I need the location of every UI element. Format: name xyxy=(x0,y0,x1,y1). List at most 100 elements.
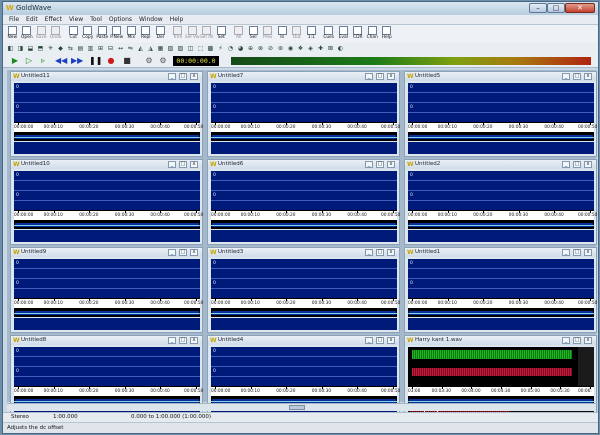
sound-window-titlebar[interactable]: W Untitled5 _ □ x xyxy=(405,72,596,81)
toolbar-undo-button[interactable]: Undo xyxy=(49,25,64,43)
toolbar-sel-button[interactable]: Sel xyxy=(246,25,261,43)
effect-icon[interactable]: ✚ xyxy=(316,45,325,53)
close-button[interactable]: x xyxy=(387,249,395,256)
menu-file[interactable]: File xyxy=(9,16,19,23)
sound-window[interactable]: W Untitled6 _ □ x 0 0 00:00:00 00:00:10 00:00:20 0… xyxy=(207,159,400,245)
sound-window-titlebar[interactable]: W Untitled2 _ □ x xyxy=(405,160,596,169)
sound-window-titlebar[interactable]: W Untitled3 _ □ x xyxy=(208,248,399,257)
overview-waveform[interactable] xyxy=(14,142,200,154)
sound-window[interactable]: W Untitled9 _ □ x 0 0 00:00:00 00:00:10 00:00:20 0… xyxy=(10,247,203,333)
toolbar-save-button[interactable]: Save xyxy=(34,25,49,43)
effect-icon[interactable]: ▩ xyxy=(206,45,215,53)
sound-window-titlebar[interactable]: W Harry kant 1.wav _ □ x xyxy=(405,336,596,345)
waveform-view[interactable]: 00 xyxy=(14,259,200,298)
rewind-icon[interactable]: ◀◀ xyxy=(55,56,67,66)
effect-icon[interactable]: ▨ xyxy=(176,45,185,53)
minimize-button[interactable]: _ xyxy=(562,73,570,80)
toolbar-trim-button[interactable]: Trim xyxy=(171,25,186,43)
sound-window[interactable]: W Untitled7 _ □ x 0 0 00:00:00 00:00:10 00:00:20 0… xyxy=(207,71,400,157)
title-bar[interactable]: W GoldWave – □ ✕ xyxy=(3,2,598,15)
menu-view[interactable]: View xyxy=(69,16,83,23)
menu-help[interactable]: Help xyxy=(170,16,184,23)
sound-window-titlebar[interactable]: W Untitled10 _ □ x xyxy=(11,160,202,169)
effect-icon[interactable]: ⊛ xyxy=(276,45,285,53)
overview-strip[interactable] xyxy=(408,131,594,141)
effect-icon[interactable]: ▧ xyxy=(166,45,175,53)
effect-icon[interactable]: ⊕ xyxy=(246,45,255,53)
close-button[interactable]: x xyxy=(387,161,395,168)
sound-window[interactable]: W Untitled5 _ □ x 0 0 00:00:00 00:00:10 00:00:20 0… xyxy=(404,71,597,157)
sound-window[interactable]: W Untitled11 _ □ x 0 0 00:00:00 00:00:10 00:00:20… xyxy=(10,71,203,157)
maximize-button[interactable]: □ xyxy=(179,73,187,80)
play-view-icon[interactable]: ▹ xyxy=(37,56,49,66)
sound-window[interactable]: W Untitled10 _ □ x 0 0 00:00:00 00:00:10 00:00:20… xyxy=(10,159,203,245)
minimize-button[interactable]: – xyxy=(529,3,547,13)
toolbar-sel-vw-button[interactable]: Sel Vw xyxy=(185,25,200,43)
close-button[interactable]: x xyxy=(190,249,198,256)
maximize-button[interactable]: □ xyxy=(573,249,581,256)
minimize-button[interactable]: _ xyxy=(562,249,570,256)
close-button[interactable]: x xyxy=(584,249,592,256)
menu-options[interactable]: Options xyxy=(109,16,132,23)
menu-window[interactable]: Window xyxy=(139,16,163,23)
overview-waveform[interactable] xyxy=(14,230,200,242)
effect-icon[interactable]: ▤ xyxy=(76,45,85,53)
toolbar-set-button[interactable]: Set xyxy=(214,25,229,43)
effect-icon[interactable]: ◕ xyxy=(236,45,245,53)
effect-icon[interactable]: ◔ xyxy=(226,45,235,53)
toolbar-repl-button[interactable]: Repl xyxy=(139,25,154,43)
effect-icon[interactable]: ❖ xyxy=(296,45,305,53)
stop-icon[interactable]: ■ xyxy=(121,56,133,66)
record-icon[interactable]: ● xyxy=(105,56,117,66)
effect-icon[interactable]: ⊟ xyxy=(106,45,115,53)
close-button[interactable]: x xyxy=(387,337,395,344)
minimize-button[interactable]: _ xyxy=(562,337,570,344)
effect-icon[interactable]: ◧ xyxy=(6,45,15,53)
effect-icon[interactable]: ◆ xyxy=(56,45,65,53)
toolbar-cdr-button[interactable]: CDR xyxy=(351,25,366,43)
sound-window[interactable]: W Untitled2 _ □ x 0 0 00:00:00 00:00:10 00:00:20 0… xyxy=(404,159,597,245)
device-options-icon[interactable]: ⚙ xyxy=(157,56,169,66)
maximize-button[interactable]: □ xyxy=(179,161,187,168)
effect-icon[interactable]: ↔ xyxy=(116,45,125,53)
sound-window-titlebar[interactable]: W Untitled1 _ □ x xyxy=(405,248,596,257)
overview-strip[interactable] xyxy=(211,307,397,317)
record-options-icon[interactable]: ⚙ xyxy=(143,56,155,66)
effect-icon[interactable]: ⬒ xyxy=(36,45,45,53)
maximize-button[interactable]: □ xyxy=(376,249,384,256)
waveform-view[interactable]: 00 xyxy=(211,259,397,298)
maximize-button[interactable]: □ xyxy=(376,337,384,344)
close-button[interactable]: x xyxy=(190,73,198,80)
waveform-view[interactable]: 00 xyxy=(408,83,594,122)
pause-icon[interactable]: ❚❚ xyxy=(89,56,102,66)
toolbar-new-button[interactable]: New xyxy=(5,25,20,43)
minimize-button[interactable]: _ xyxy=(168,161,176,168)
minimize-button[interactable]: _ xyxy=(365,337,373,344)
effect-icon[interactable]: ⬓ xyxy=(26,45,35,53)
toolbar-cut-button[interactable]: Cut xyxy=(66,25,81,43)
minimize-button[interactable]: _ xyxy=(562,161,570,168)
overview-strip[interactable] xyxy=(408,307,594,317)
toolbar-prev-button[interactable]: Prev xyxy=(261,25,276,43)
close-button[interactable]: x xyxy=(584,337,592,344)
fast-forward-icon[interactable]: ▶▶ xyxy=(71,56,83,66)
sound-window-titlebar[interactable]: W Untitled9 _ □ x xyxy=(11,248,202,257)
waveform-view[interactable]: 00 xyxy=(14,171,200,210)
waveform-view[interactable]: 00 xyxy=(14,347,200,386)
overview-waveform[interactable] xyxy=(211,318,397,330)
effect-icon[interactable]: ⇋ xyxy=(126,45,135,53)
sound-window-titlebar[interactable]: W Untitled7 _ □ x xyxy=(208,72,399,81)
overview-strip[interactable] xyxy=(14,219,200,229)
waveform-view[interactable]: 00 xyxy=(408,259,594,298)
effect-icon[interactable]: ▥ xyxy=(86,45,95,53)
effect-icon[interactable]: ⚡ xyxy=(216,45,225,53)
maximize-button[interactable]: □ xyxy=(376,73,384,80)
overview-waveform[interactable] xyxy=(211,142,397,154)
minimize-button[interactable]: _ xyxy=(365,249,373,256)
waveform-view[interactable]: 00 xyxy=(14,83,200,122)
maximize-button[interactable]: □ xyxy=(547,3,565,13)
horizontal-scrollbar[interactable] xyxy=(7,403,596,411)
effect-icon[interactable]: ⬚ xyxy=(196,45,205,53)
toolbar-del-button[interactable]: Del xyxy=(153,25,168,43)
sound-window-titlebar[interactable]: W Untitled6 _ □ x xyxy=(208,160,399,169)
